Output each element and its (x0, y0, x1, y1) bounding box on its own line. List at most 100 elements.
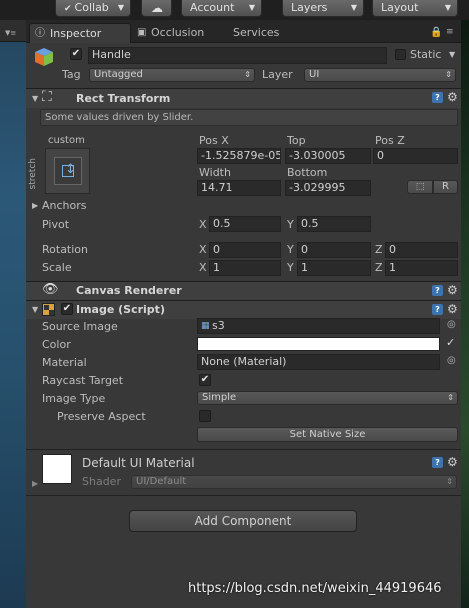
top-field[interactable]: -3.030005 (285, 148, 371, 164)
layout-dropdown[interactable]: Layout ▼ (372, 0, 458, 17)
gear-icon[interactable]: ⚙ (447, 456, 458, 468)
rotation-z-axis-label: Z (375, 243, 383, 256)
material-foldout-icon[interactable]: ▶ (32, 479, 38, 488)
add-component-button[interactable]: Add Component (129, 510, 357, 532)
layer-dropdown[interactable]: UI ⇕ (304, 68, 456, 82)
eye-icon: 👁 (42, 282, 59, 297)
object-name-field[interactable]: Handle (88, 47, 387, 64)
layout-label: Layout (381, 1, 419, 14)
image-enabled-checkbox[interactable]: ✔ (61, 303, 73, 315)
scale-y-field[interactable]: 1 (297, 260, 371, 276)
watermark-text: https://blog.csdn.net/weixin_44919646 (188, 581, 442, 596)
dropdown-arrows-icon: ⇕ (447, 393, 454, 402)
scene-view-edge: ▼≡ (0, 20, 26, 608)
bottom-field[interactable]: -3.029995 (285, 180, 371, 196)
dropdown-arrows-icon: ⇕ (445, 70, 452, 79)
dropdown-arrows-icon: ⇕ (244, 70, 251, 79)
shader-value: UI/Default (136, 476, 187, 487)
rotation-x-field[interactable]: 0 (209, 242, 281, 258)
collab-button[interactable]: ✔ Collab ▼ (55, 0, 131, 17)
scale-label: Scale (42, 261, 72, 274)
width-field[interactable]: 14.71 (197, 180, 281, 196)
pos-z-field[interactable]: 0 (373, 148, 458, 164)
help-icon[interactable]: ? (432, 92, 443, 103)
shader-dropdown: UI/Default ⇕ (131, 475, 457, 489)
panel-menu-icon[interactable]: ▼≡ (5, 29, 16, 37)
static-checkbox[interactable] (395, 49, 406, 60)
material-preview-title: Default UI Material (82, 456, 195, 470)
source-image-field[interactable]: ▦ s3 (197, 318, 440, 334)
material-preview-swatch (42, 454, 72, 484)
gear-icon[interactable]: ⚙ (447, 303, 458, 315)
material-field[interactable]: None (Material) (197, 354, 440, 370)
static-caret-icon[interactable]: ▼ (449, 50, 455, 59)
account-dropdown[interactable]: Account ▼ (181, 0, 262, 17)
scale-x-axis-label: X (199, 261, 207, 274)
collab-check-icon: ✔ (64, 4, 72, 14)
anchors-foldout-icon[interactable]: ▶ (32, 201, 38, 210)
width-label: Width (199, 166, 231, 179)
help-icon[interactable]: ? (432, 457, 443, 468)
dropdown-arrows-icon: ⇕ (446, 477, 453, 486)
anchor-preset-label: custom (48, 135, 85, 146)
occlusion-icon: ▣ (137, 27, 147, 38)
driven-values-note: Some values driven by Slider. (40, 109, 458, 126)
preserve-aspect-checkbox[interactable] (199, 410, 211, 422)
rotation-label: Rotation (42, 243, 89, 256)
pivot-y-axis-label: Y (287, 218, 294, 231)
set-native-size-button[interactable]: Set Native Size (197, 427, 458, 442)
collab-label: Collab (74, 1, 109, 14)
image-type-value: Simple (202, 392, 237, 403)
rotation-z-field[interactable]: 0 (385, 242, 458, 258)
help-icon[interactable]: ? (432, 285, 443, 296)
image-script-title: Image (Script) (76, 303, 165, 316)
image-type-dropdown[interactable]: Simple ⇕ (197, 391, 458, 405)
caret-down-icon: ▼ (350, 3, 357, 12)
tab-services-label: Services (233, 26, 280, 39)
tab-occlusion[interactable]: ▣ Occlusion (137, 23, 217, 43)
lock-icon[interactable]: 🔒 (430, 27, 442, 38)
pivot-x-axis-label: X (199, 218, 207, 231)
layers-label: Layers (291, 1, 328, 14)
tag-dropdown[interactable]: Untagged ⇕ (89, 68, 255, 82)
gameobject-cube-icon (33, 46, 55, 68)
color-swatch[interactable] (197, 337, 440, 351)
pivot-y-field[interactable]: 0.5 (297, 216, 371, 232)
tab-inspector-label: Inspector (50, 27, 102, 40)
blueprint-icon: ⬚ (415, 182, 425, 192)
blueprint-mode-button[interactable]: ⬚ (407, 180, 433, 194)
raw-edit-button[interactable]: R (433, 180, 458, 194)
anchor-preset-button[interactable]: ↕ (45, 148, 90, 194)
caret-down-icon: ▼ (444, 3, 451, 12)
image-icon-tile (49, 310, 54, 315)
foldout-open-icon[interactable]: ▼ (32, 94, 38, 103)
scale-z-field[interactable]: 1 (385, 260, 458, 276)
help-icon[interactable]: ? (432, 304, 443, 315)
layer-label: Layer (262, 68, 293, 81)
pos-x-field[interactable]: -1.525879e-05 (197, 148, 281, 164)
scale-x-field[interactable]: 1 (209, 260, 281, 276)
tab-menu-icon[interactable]: ≡ (446, 27, 454, 37)
object-picker-icon[interactable]: ◎ (447, 319, 456, 330)
cloud-button[interactable]: ☁ (141, 0, 172, 17)
raycast-target-checkbox[interactable]: ✔ (199, 374, 211, 386)
info-icon: ⓘ (35, 28, 45, 39)
gear-icon[interactable]: ⚙ (447, 91, 458, 103)
eyedropper-icon[interactable]: ✓ (446, 336, 455, 349)
separator (26, 495, 461, 496)
tab-inspector[interactable]: ⓘ Inspector (29, 23, 131, 43)
anchors-label[interactable]: Anchors (42, 199, 87, 213)
tab-occlusion-label: Occlusion (151, 26, 205, 39)
object-picker-icon[interactable]: ◎ (447, 355, 456, 366)
gear-icon[interactable]: ⚙ (447, 284, 458, 296)
material-label: Material (42, 356, 87, 369)
rotation-y-axis-label: Y (287, 243, 294, 256)
tab-services[interactable]: Services (233, 23, 293, 43)
rotation-y-field[interactable]: 0 (297, 242, 371, 258)
layers-dropdown[interactable]: Layers ▼ (282, 0, 364, 17)
raycast-target-label: Raycast Target (42, 374, 124, 387)
foldout-open-icon[interactable]: ▼ (32, 305, 38, 314)
canvas-renderer-title: Canvas Renderer (76, 284, 182, 297)
pivot-x-field[interactable]: 0.5 (209, 216, 281, 232)
active-checkbox[interactable]: ✔ (70, 48, 82, 60)
